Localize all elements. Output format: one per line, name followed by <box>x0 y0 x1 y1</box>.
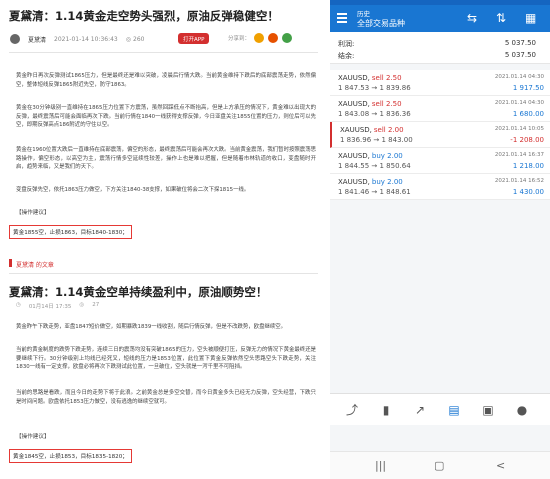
system-nav-bar: ||| ▢ < <box>330 451 550 479</box>
profit-loss: 1 218.00 <box>512 162 544 170</box>
bottom-toolbar: ⤴ ▮ ↗ ▤ ▣ ● <box>330 393 550 425</box>
price-range: 1 843.08 → 1 836.36 <box>338 110 411 118</box>
publish-date: 2021-01-14 10:36:43 <box>54 35 118 43</box>
operation-label: 【操作建议】 <box>16 210 50 216</box>
share-bar: 分享到： <box>228 33 293 43</box>
weibo-icon[interactable] <box>254 33 265 43</box>
trade-side: buy 2.00 <box>371 178 403 186</box>
trade-time: 2021.01.14 10:05 <box>494 126 544 132</box>
sort-icon[interactable]: ⇅ <box>496 11 506 25</box>
price-range: 1 844.55 → 1 850.64 <box>338 162 411 170</box>
eye-icon: ◎ <box>125 35 131 43</box>
article-meta: 夏黛清 2021-01-14 10:36:43 ◎ 260 <box>10 33 144 45</box>
app-bar: 历史 全部交易品种 ⇆ ⇅ ▦ <box>330 5 550 32</box>
account-summary: 利润: 5 037.50 结余: 5 037.50 <box>330 32 550 64</box>
position-row[interactable]: XAUUSD, sell 2.50 1 843.08 → 1 836.36 202… <box>330 96 550 122</box>
qzone-icon[interactable] <box>268 33 279 43</box>
profit-row: 利润: 5 037.50 <box>338 39 542 49</box>
balance-row: 结余: 5 037.50 <box>338 51 542 61</box>
publish-date: 01月14日 17:35 <box>28 304 72 310</box>
paragraph: 黄金昨午下跌走势，亚盘1847短价做空，如期暴跌1839一线收割，随后行情反弹，… <box>16 324 287 330</box>
trade-side: sell 2.50 <box>371 74 402 82</box>
position-row[interactable]: XAUUSD, sell 2.00 1 836.96 → 1 843.00 202… <box>330 122 550 148</box>
position-row[interactable]: XAUUSD, sell 2.50 1 847.53 → 1 839.86 202… <box>330 70 550 96</box>
article-meta: ◷ 01月14日 17:35 ◎ 27 <box>16 302 99 310</box>
chat-icon[interactable]: ● <box>514 402 530 418</box>
trade-icon[interactable]: ⤴ <box>344 402 360 418</box>
home-icon[interactable]: ▢ <box>434 459 444 472</box>
article-page: 夏黛清：1.14黄金走空势头强烈，原油反弹稳健空！ 夏黛清 2021-01-14… <box>0 0 327 479</box>
profit-loss: 1 680.00 <box>512 110 544 118</box>
trading-app: 历史 全部交易品种 ⇆ ⇅ ▦ 利润: 5 037.50 结余: 5 037.5… <box>330 0 550 479</box>
section-marker <box>9 259 12 267</box>
position-list: XAUUSD, sell 2.50 1 847.53 → 1 839.86 202… <box>330 70 550 200</box>
symbol: XAUUSD, <box>338 178 370 186</box>
candles-icon[interactable]: ▮ <box>378 402 394 418</box>
author-name[interactable]: 夏黛清 <box>28 35 46 44</box>
header-title[interactable]: 全部交易品种 <box>357 18 405 29</box>
back-icon[interactable]: < <box>496 459 505 472</box>
price-range: 1 836.96 → 1 843.00 <box>340 136 413 144</box>
article-title: 夏黛清：1.14黄金走空势头强烈，原油反弹稳健空！ <box>9 9 279 23</box>
view-count: 260 <box>133 35 145 43</box>
paragraph: 当前的黄金制度的跌势下跌走势，连续三日的震荡均没有突破1865的压力，空头被顺便… <box>16 347 316 371</box>
view-count: 27 <box>92 302 100 308</box>
position-row[interactable]: XAUUSD, buy 2.00 1 841.46 → 1 848.61 2021… <box>330 174 550 200</box>
balance-value: 5 037.50 <box>504 51 536 59</box>
balance-label: 结余: <box>338 52 355 60</box>
trade-time: 2021.01.14 16:52 <box>494 178 544 184</box>
operation-advice: 黄金1845空，止损1853，目标1835-1820； <box>9 449 132 463</box>
profit-value: 5 037.50 <box>504 39 536 47</box>
recents-icon[interactable]: ||| <box>375 459 386 472</box>
clock-icon: ◷ <box>16 302 21 308</box>
menu-icon[interactable] <box>337 13 347 23</box>
share-label: 分享到： <box>228 36 251 42</box>
profit-label: 利润: <box>338 40 355 48</box>
news-icon[interactable]: ▣ <box>480 402 496 418</box>
swap-dollar-icon[interactable]: ⇆ <box>467 11 477 25</box>
profit-loss: -1 208.00 <box>510 136 544 144</box>
price-range: 1 841.46 → 1 848.61 <box>338 188 411 196</box>
trade-time: 2021.01.14 16:37 <box>494 152 544 158</box>
symbol: XAUUSD, <box>340 126 372 134</box>
calendar-icon[interactable]: ▦ <box>525 11 536 25</box>
trade-side: sell 2.00 <box>373 126 404 134</box>
wechat-icon[interactable] <box>282 33 293 43</box>
eye-icon: ◎ <box>79 302 85 308</box>
history-icon[interactable]: ▤ <box>446 402 462 418</box>
symbol: XAUUSD, <box>338 74 370 82</box>
section-label[interactable]: 夏黛清 的文章 <box>16 260 54 269</box>
operation-advice: 黄金1855空，止损1863，目标1840-1830； <box>9 225 132 239</box>
position-row[interactable]: XAUUSD, buy 2.00 1 844.55 → 1 850.64 2021… <box>330 148 550 174</box>
paragraph: 黄金昨日再次反弹测试1865压力，但是最终还是难以突破，凌晨后行情大跌。当前黄金… <box>16 73 316 88</box>
article-title[interactable]: 夏黛清：1.14黄金空单持续盈利中，原油顺势空！ <box>9 284 267 300</box>
symbol: XAUUSD, <box>338 152 370 160</box>
trade-side: buy 2.00 <box>371 152 403 160</box>
divider <box>9 52 318 53</box>
operation-label: 【操作建议】 <box>16 434 50 440</box>
header-subtitle: 历史 <box>357 10 370 18</box>
divider <box>9 273 318 274</box>
trade-time: 2021.01.14 04:30 <box>494 100 544 106</box>
paragraph: 变盘反弹先空，依托1863压力做空，下方关注1840-38支撑，如果破位将会二次… <box>16 187 250 193</box>
price-range: 1 847.53 → 1 839.86 <box>338 84 411 92</box>
paragraph: 黄金在30分钟级别一直维持在1865压力位置下方震荡，虽然回踩低点不断抬高，但是… <box>16 105 316 129</box>
symbol: XAUUSD, <box>338 100 370 108</box>
chart-icon[interactable]: ↗ <box>412 402 428 418</box>
profit-loss: 1 430.00 <box>512 188 544 196</box>
views: ◎ 260 <box>126 36 145 43</box>
trade-side: sell 2.50 <box>371 100 402 108</box>
paragraph: 当前的思路是看跌，而且今日的走势下将于此浪。之前黄金总是多空交替，而今日黄金多头… <box>16 390 316 405</box>
profit-loss: 1 917.50 <box>512 84 544 92</box>
open-app-button[interactable]: 打开APP <box>178 33 210 44</box>
trade-time: 2021.01.14 04:30 <box>494 74 544 80</box>
paragraph: 黄金在1960位置大跌后一直维持在底部震荡，偏空的形态，最终震荡后可能会再次大跌… <box>16 147 316 171</box>
avatar <box>10 34 20 44</box>
